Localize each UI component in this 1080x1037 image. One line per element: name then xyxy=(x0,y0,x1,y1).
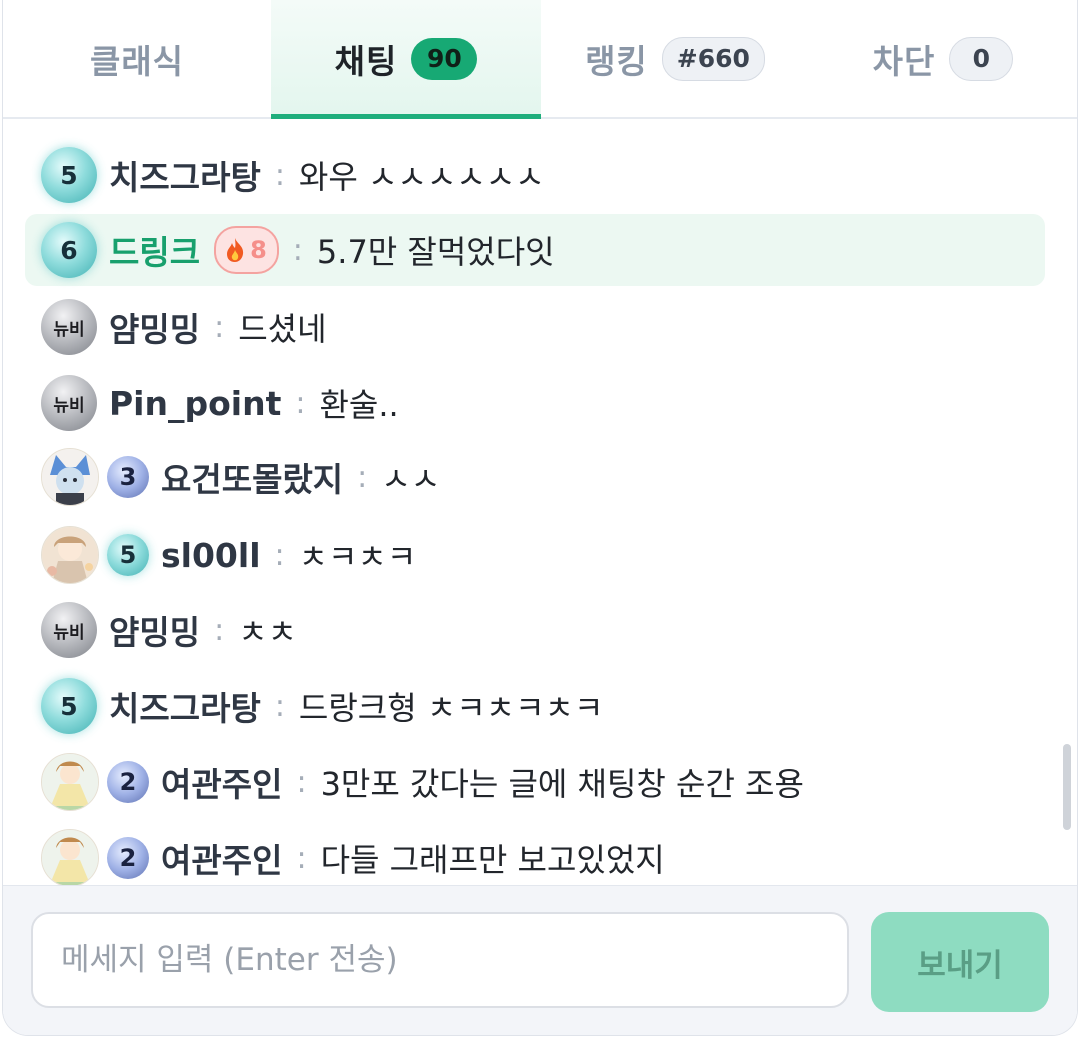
tab-block[interactable]: 차단 0 xyxy=(809,0,1077,117)
user-avatar[interactable] xyxy=(41,753,99,811)
message-text: 환술.. xyxy=(319,386,399,424)
username[interactable]: sl00ll xyxy=(161,536,261,575)
chat-panel: 클래식 채팅 90 랭킹 #660 차단 0 5 치즈그라탕 : 와우 ㅅㅅㅅㅅ… xyxy=(2,0,1078,1036)
user-avatar[interactable] xyxy=(41,829,99,885)
username[interactable]: 얌밍밍 xyxy=(109,606,200,654)
message-text: 와우 ㅅㅅㅅㅅㅅㅅ xyxy=(298,158,545,196)
tab-label: 차단 xyxy=(872,41,936,81)
avatar-image xyxy=(42,754,98,810)
tab-bar: 클래식 채팅 90 랭킹 #660 차단 0 xyxy=(3,0,1077,119)
separator: : xyxy=(292,232,303,268)
username[interactable]: 치즈그라탕 xyxy=(109,151,261,199)
send-button[interactable]: 보내기 xyxy=(871,912,1049,1012)
level-badge: 3 xyxy=(107,456,149,498)
level-badge: 2 xyxy=(107,761,149,803)
message-text: ㅅㅅ xyxy=(381,460,441,498)
username[interactable]: Pin_point xyxy=(109,384,281,423)
username[interactable]: 요건또몰랐지 xyxy=(161,453,343,501)
chat-message: 5 치즈그라탕 : 드랑크형 ㅊㅋㅊㅋㅊㅋ xyxy=(25,670,604,742)
chat-message: 2 여관주인 : 3만포 갔다는 글에 채팅창 순간 조용 xyxy=(25,746,804,818)
separator: : xyxy=(357,459,368,495)
chat-message: 뉴비 얌밍밍 : ㅊㅊ xyxy=(25,594,297,666)
separator: : xyxy=(296,764,307,800)
username[interactable]: 얌밍밍 xyxy=(109,303,200,351)
chat-message: 5 치즈그라탕 : 와우 ㅅㅅㅅㅅㅅㅅ xyxy=(25,139,545,211)
chat-message: 3 요건또몰랐지 : ㅅㅅ xyxy=(25,441,440,513)
separator: : xyxy=(214,309,225,345)
separator: : xyxy=(296,840,307,876)
avatar-image xyxy=(42,830,98,885)
fire-badge: 8 xyxy=(214,226,279,274)
username[interactable]: 드링크 xyxy=(109,226,200,274)
fire-icon xyxy=(227,238,244,262)
level-badge: 2 xyxy=(107,837,149,879)
username[interactable]: 치즈그라탕 xyxy=(109,682,261,730)
separator: : xyxy=(214,612,225,648)
chat-message: 뉴비 얌밍밍 : 드셨네 xyxy=(25,291,327,363)
separator: : xyxy=(295,385,306,421)
username[interactable]: 여관주인 xyxy=(161,834,282,882)
newbie-badge: 뉴비 xyxy=(41,602,97,658)
chat-message-list[interactable]: 5 치즈그라탕 : 와우 ㅅㅅㅅㅅㅅㅅ 6 드링크 8 : 5.7만 잘먹었다잇… xyxy=(3,119,1077,885)
message-text: ㅊㅋㅊㅋ xyxy=(298,538,417,576)
tab-ranking[interactable]: 랭킹 #660 xyxy=(541,0,809,117)
newbie-badge: 뉴비 xyxy=(41,299,97,355)
message-text: 다들 그래프만 보고있었지 xyxy=(320,841,665,879)
chat-scrollbar[interactable] xyxy=(1063,744,1071,830)
level-badge: 6 xyxy=(41,222,97,278)
chat-count-badge: 90 xyxy=(411,37,478,80)
avatar-image xyxy=(42,449,98,505)
chat-message: 뉴비 Pin_point : 환술.. xyxy=(25,367,399,439)
separator: : xyxy=(274,688,285,724)
user-avatar[interactable] xyxy=(41,448,99,506)
fire-count: 8 xyxy=(250,236,267,264)
separator: : xyxy=(274,157,285,193)
newbie-badge: 뉴비 xyxy=(41,375,97,431)
level-badge: 5 xyxy=(107,534,149,576)
avatar-image xyxy=(42,527,98,583)
username[interactable]: 여관주인 xyxy=(161,758,282,806)
tab-classic[interactable]: 클래식 xyxy=(3,0,271,117)
level-badge: 5 xyxy=(41,678,97,734)
chat-message: 2 여관주인 : 다들 그래프만 보고있었지 xyxy=(25,822,665,885)
tab-label: 클래식 xyxy=(89,41,185,81)
separator: : xyxy=(274,537,285,573)
tab-chat[interactable]: 채팅 90 xyxy=(271,0,541,119)
ranking-badge: #660 xyxy=(661,36,765,81)
tab-label: 랭킹 xyxy=(585,41,648,81)
message-text: 3만포 갔다는 글에 채팅창 순간 조용 xyxy=(320,765,804,803)
message-text: 5.7만 잘먹었다잇 xyxy=(316,233,555,271)
message-text: 드셨네 xyxy=(238,310,327,348)
partial-message-row xyxy=(41,119,161,127)
user-avatar[interactable] xyxy=(41,526,99,584)
message-input[interactable] xyxy=(31,912,849,1008)
block-count-badge: 0 xyxy=(949,36,1014,81)
message-text: ㅊㅊ xyxy=(238,613,298,651)
chat-message: 5 sl00ll : ㅊㅋㅊㅋ xyxy=(25,519,416,591)
message-text: 드랑크형 ㅊㅋㅊㅋㅊㅋ xyxy=(298,689,604,727)
chat-message-highlighted: 6 드링크 8 : 5.7만 잘먹었다잇 xyxy=(25,214,1045,286)
message-input-bar: 보내기 xyxy=(3,885,1077,1035)
tab-label: 채팅 xyxy=(334,41,398,81)
level-badge: 5 xyxy=(41,147,97,203)
